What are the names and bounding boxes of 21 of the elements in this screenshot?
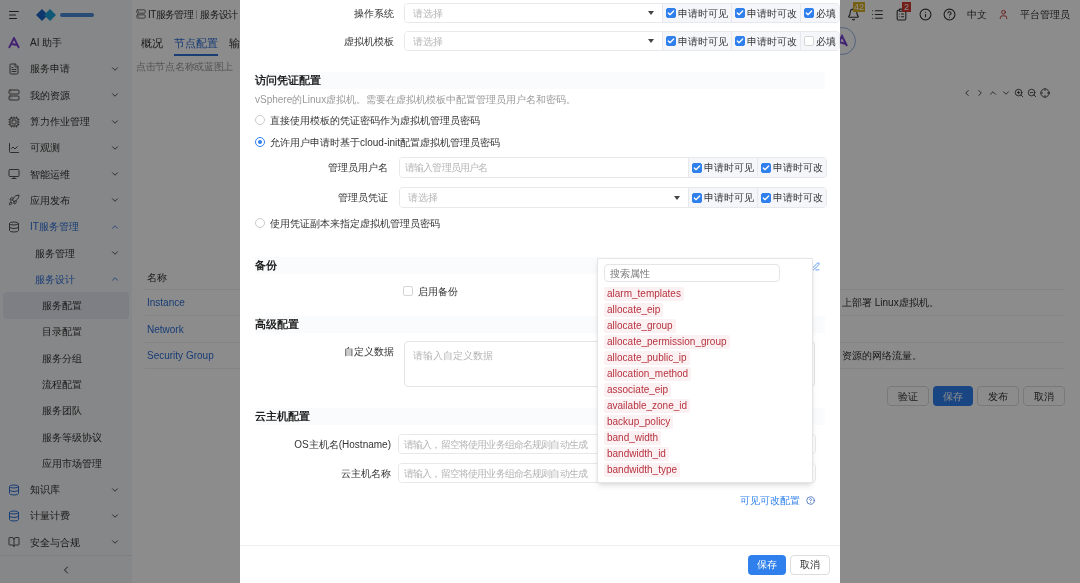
radio-label: 允许用户申请时基于cloud-init配置虚拟机管理员密码 xyxy=(270,135,501,150)
section-description: vSphere的Linux虚拟机。需要在虚拟机模板中配置管理员用户名和密码。 xyxy=(255,93,578,105)
task-badge: 2 xyxy=(902,1,911,12)
field-label: 自定义数据 xyxy=(343,345,394,359)
table-cell-text: 资源的网络流量。 xyxy=(842,349,923,363)
notification-badge: 42 xyxy=(853,1,865,12)
radio-label: 使用凭证副本来指定虚拟机管理员密码 xyxy=(270,216,440,231)
column-header: 名称 xyxy=(147,270,167,285)
section-title: 云主机配置 xyxy=(255,408,310,424)
section-title: 访问凭证配置 xyxy=(255,72,321,88)
section-title: 高级配置 xyxy=(255,316,299,332)
checkbox-label: 启用备份 xyxy=(418,284,458,299)
radio-label: 直接使用模板的凭证密码作为虚拟机管理员密码 xyxy=(270,113,480,128)
field-label: 管理员用户名 xyxy=(327,161,388,175)
section-title: 备份 xyxy=(255,257,277,273)
field-label: 虚拟机模板 xyxy=(342,34,394,49)
field-label: 操作系统 xyxy=(352,6,394,21)
field-label: 云主机名称 xyxy=(340,466,391,481)
field-label: 管理员凭证 xyxy=(337,191,388,205)
table-cell-text: 上部署 Linux虚拟机。 xyxy=(842,296,940,310)
field-label: OS主机名(Hostname) xyxy=(293,437,391,452)
